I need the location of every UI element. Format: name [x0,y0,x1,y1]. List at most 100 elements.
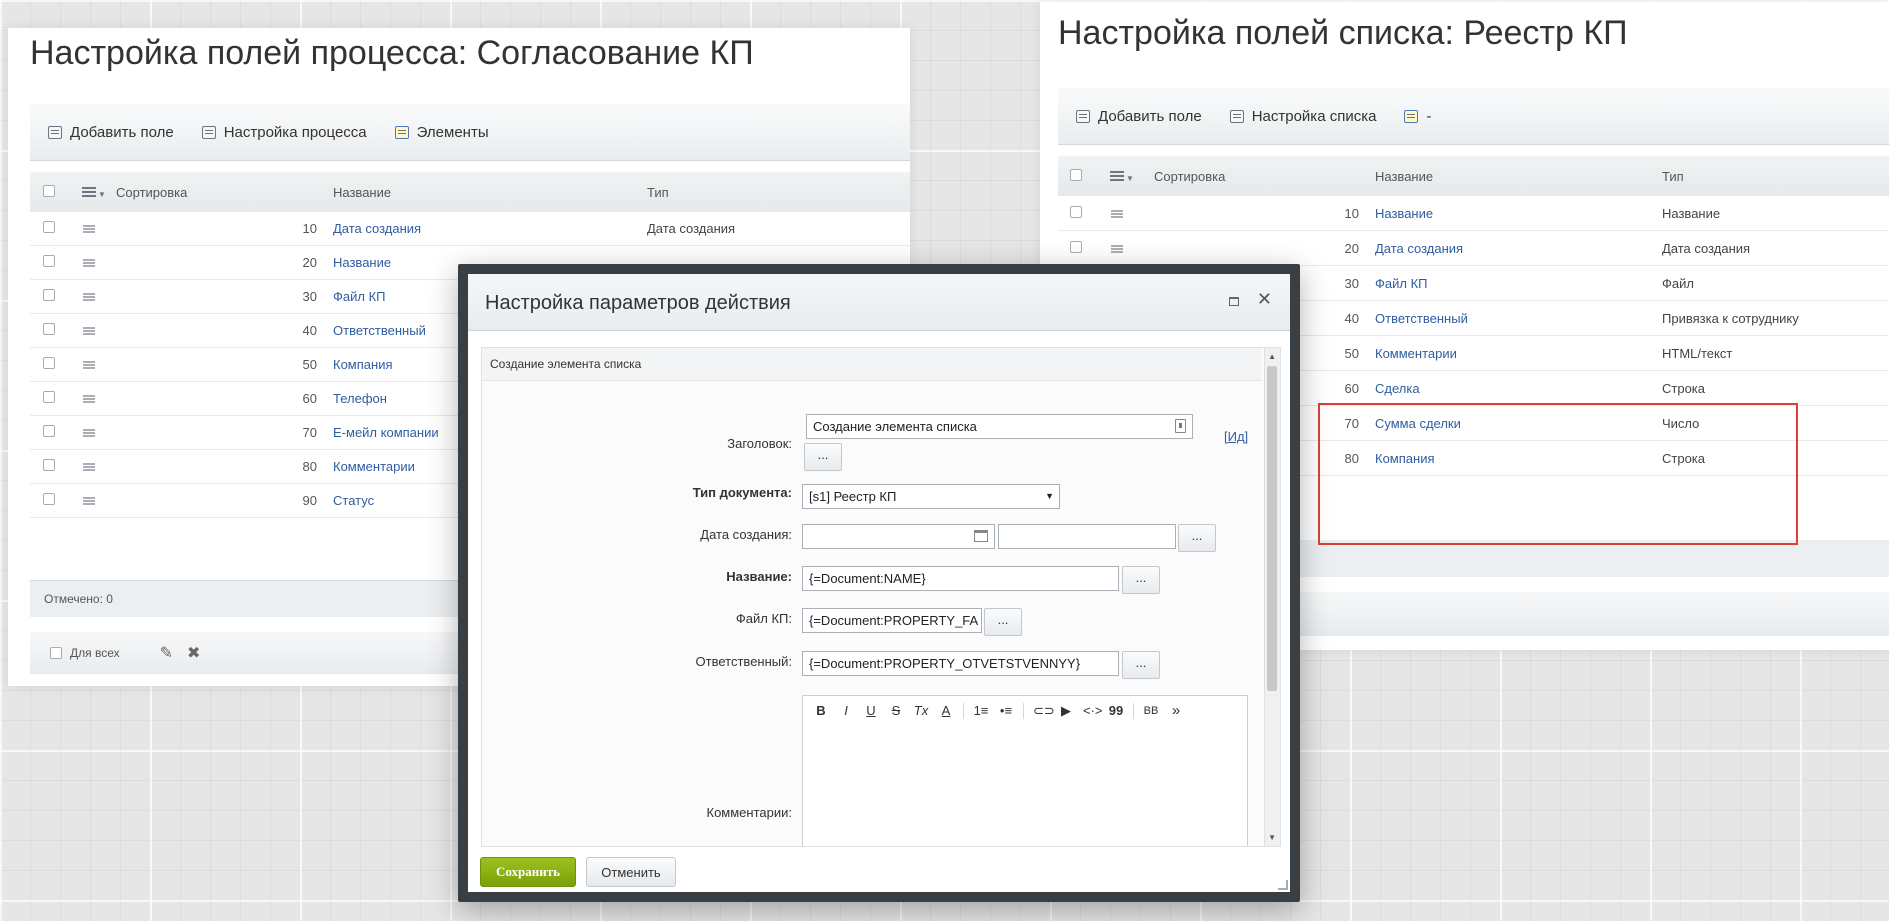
comment-editor[interactable]: B I U S Tx A 1≡ •≡ ⊂⊃ ▶ <·> 99 BB » [802,695,1248,846]
row-name-link[interactable]: Название [1375,206,1662,221]
doctype-label: Тип документа: [692,485,792,500]
doctype-select[interactable]: [s1] Реестр КП [802,484,1060,509]
responsible-input[interactable]: {=Document:PROPERTY_OTVETSTVENNYY} [802,651,1119,676]
for-all-checkbox[interactable] [50,647,62,659]
col-name[interactable]: Название [1375,169,1662,184]
maximize-icon[interactable] [1229,297,1239,306]
row-name-link[interactable]: Дата создания [333,221,647,236]
select-all-checkbox[interactable] [43,184,55,197]
row-type: HTML/текст [1662,345,1733,361]
section-header: Создание элемента списка [482,348,1262,381]
header-dots-button[interactable]: ... [804,443,842,471]
left-grid-header: ▼ Сортировка Название Тип [30,172,910,212]
row-type: Файл [1662,275,1694,291]
row-checkbox[interactable] [43,255,55,267]
bold-icon[interactable]: B [813,703,829,718]
responsible-dots-button[interactable]: ... [1122,651,1160,679]
strike-icon[interactable]: S [888,703,904,718]
table-row[interactable]: 10 Название Название [1058,196,1889,231]
col-sort[interactable]: Сортировка [116,185,333,200]
row-menu-icon[interactable] [83,429,95,437]
row-menu-icon[interactable] [83,293,95,301]
row-menu-icon[interactable] [1111,209,1123,218]
link-icon[interactable]: ⊂⊃ [1033,703,1055,719]
edit-icon[interactable]: ✎ [160,643,173,663]
row-checkbox[interactable] [1070,240,1082,253]
col-type[interactable]: Тип [1662,169,1882,184]
col-name[interactable]: Название [333,185,647,200]
cancel-button[interactable]: Отменить [586,857,676,887]
row-checkbox[interactable] [43,493,55,505]
save-button[interactable]: Сохранить [480,857,576,887]
row-checkbox[interactable] [43,391,55,403]
name-dots-button[interactable]: ... [1122,566,1160,594]
row-name-link[interactable]: Сделка [1375,381,1662,396]
bullet-list-icon[interactable]: •≡ [998,703,1014,718]
col-sort[interactable]: Сортировка [1154,169,1375,184]
resize-handle-icon[interactable] [1278,880,1288,890]
col-type[interactable]: Тип [647,185,907,200]
comment-label: Комментарии: [706,805,793,820]
scroll-up-icon[interactable]: ▲ [1268,352,1276,361]
row-menu-icon[interactable] [83,327,95,335]
scroll-down-icon[interactable]: ▼ [1268,833,1276,842]
row-name-link[interactable]: Файл КП [1375,276,1662,291]
elements-icon [394,125,409,139]
row-menu-icon[interactable] [83,361,95,369]
add-field-button[interactable]: Добавить поле [1076,108,1202,125]
row-menu-icon[interactable] [83,463,95,471]
ordered-list-icon[interactable]: 1≡ [973,703,989,718]
font-color-icon[interactable]: A [938,703,954,718]
header-input[interactable]: Создание элемента списка [806,414,1193,439]
toolbar-separator [1023,702,1024,719]
dialog-scrollbar[interactable]: ▲ ▼ [1264,348,1280,846]
elements-button[interactable]: - [1404,108,1431,125]
row-checkbox[interactable] [1070,205,1082,218]
row-menu-icon[interactable] [83,225,95,233]
add-field-button[interactable]: Добавить поле [48,124,174,141]
column-menu-icon[interactable] [82,186,96,197]
calendar-icon[interactable] [974,530,988,542]
selected-count: Отмечено: 0 [44,592,113,606]
video-icon[interactable]: ▶ [1058,703,1074,719]
date-input-from[interactable] [802,524,995,549]
row-checkbox[interactable] [43,221,55,233]
process-settings-button[interactable]: Настройка процесса [201,124,367,141]
column-menu-icon[interactable] [1110,170,1124,181]
elements-button[interactable]: Элементы [394,124,489,141]
name-input[interactable]: {=Document:NAME} [802,566,1119,591]
insert-value-icon[interactable] [1175,419,1186,433]
table-row[interactable]: 10 Дата создания Дата создания [30,212,910,246]
select-all-checkbox[interactable] [1070,168,1082,181]
clear-format-icon[interactable]: Tx [913,703,929,718]
row-checkbox[interactable] [43,357,55,369]
bbcode-icon[interactable]: BB [1143,705,1159,717]
more-icon[interactable]: » [1168,702,1184,719]
row-type: Привязка к сотруднику [1662,310,1799,326]
underline-icon[interactable]: U [863,703,879,718]
scroll-thumb[interactable] [1267,366,1277,691]
row-name-link[interactable]: Ответственный [1375,311,1662,326]
date-dots-button[interactable]: ... [1178,524,1216,552]
date-input-to[interactable] [998,524,1176,549]
row-name-link[interactable]: Комментарии [1375,346,1662,361]
row-name-link[interactable]: Дата создания [1375,241,1662,256]
file-dots-button[interactable]: ... [984,608,1022,636]
row-checkbox[interactable] [43,459,55,471]
table-row[interactable]: 20 Дата создания Дата создания [1058,231,1889,266]
row-checkbox[interactable] [43,425,55,437]
italic-icon[interactable]: I [838,703,854,718]
id-link[interactable]: [Ид] [1224,429,1248,444]
code-icon[interactable]: <·> [1083,703,1103,718]
row-menu-icon[interactable] [83,497,95,505]
row-checkbox[interactable] [43,323,55,335]
close-icon[interactable]: ✕ [1257,289,1272,310]
row-checkbox[interactable] [43,289,55,301]
file-input[interactable]: {=Document:PROPERTY_FA [802,608,982,633]
list-settings-button[interactable]: Настройка списка [1229,108,1376,125]
row-menu-icon[interactable] [83,259,95,267]
delete-icon[interactable]: ✖ [187,643,200,663]
row-menu-icon[interactable] [1111,244,1123,253]
quote-icon[interactable]: 99 [1108,703,1124,718]
row-menu-icon[interactable] [83,395,95,403]
